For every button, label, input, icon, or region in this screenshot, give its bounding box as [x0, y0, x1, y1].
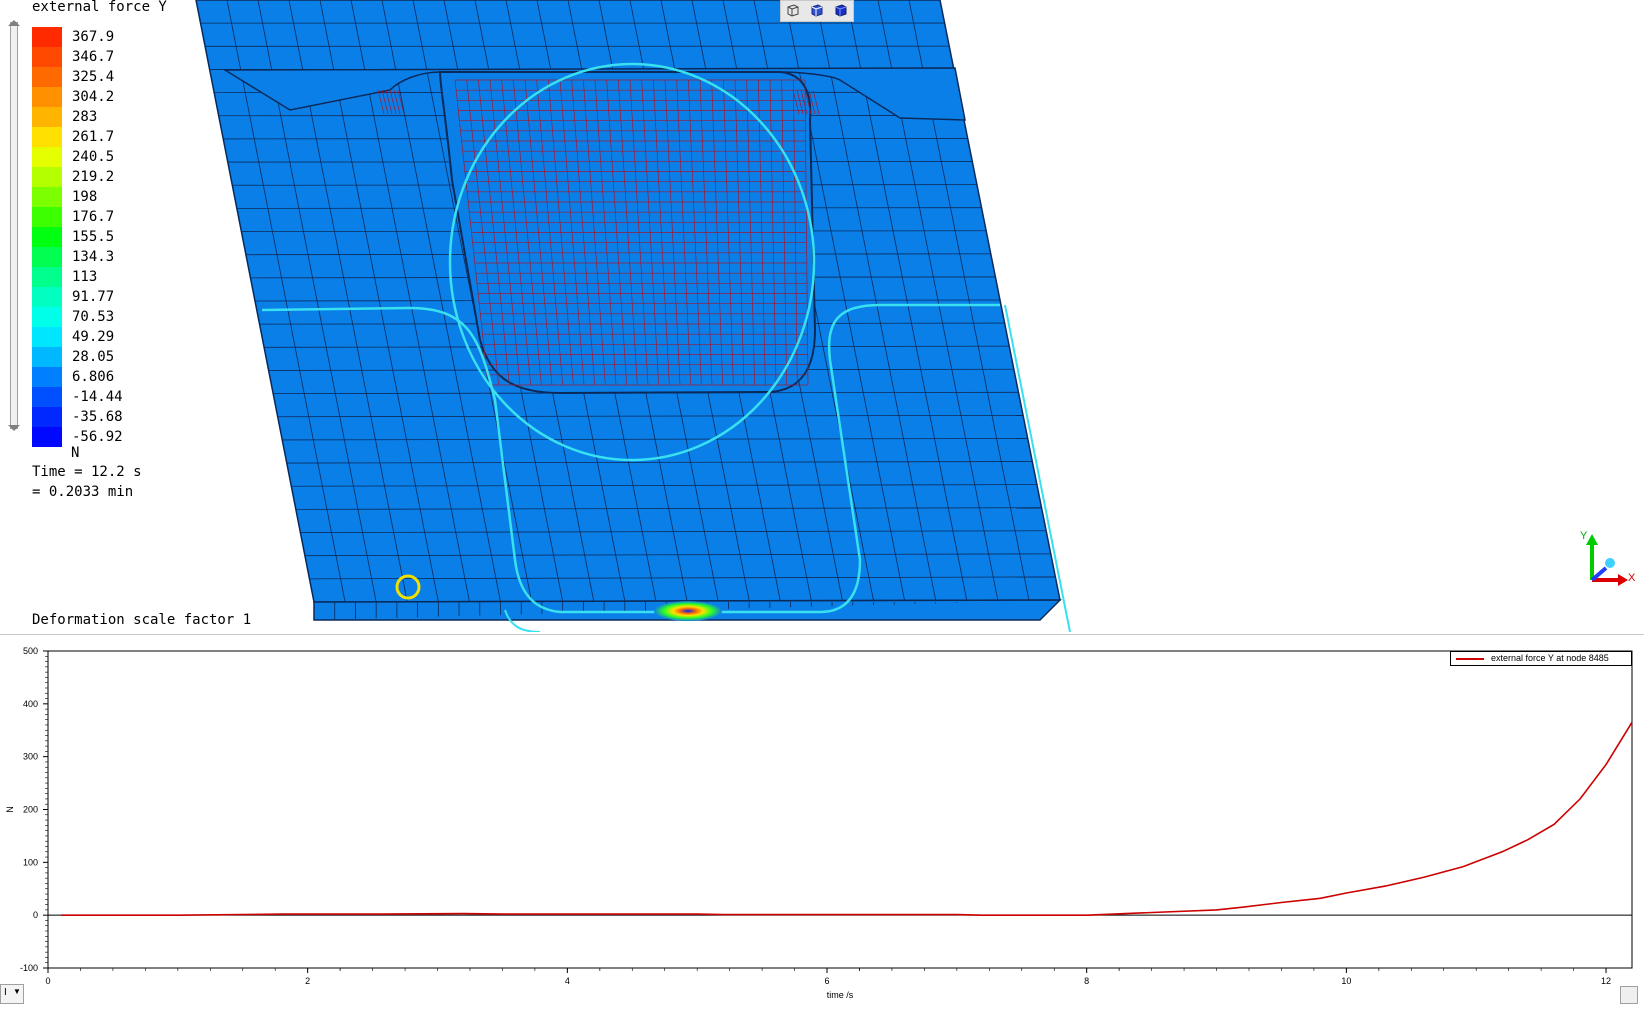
plot-legend: external force Y at node 8485: [1450, 651, 1632, 666]
legend-value-label: 49.29: [72, 329, 115, 345]
legend-value-label: 304.2: [72, 89, 115, 105]
y-tick-label: 100: [23, 857, 38, 867]
x-tick-label: 12: [1601, 976, 1611, 986]
legend-value-label: -35.68: [72, 409, 123, 425]
axis-y-label: Y: [1580, 530, 1588, 542]
y-tick-label: 500: [23, 646, 38, 656]
legend-value-label: 367.9: [72, 29, 115, 45]
legend-value-label: 155.5: [72, 229, 115, 245]
legend-swatch: [32, 107, 62, 127]
y-tick-label: 400: [23, 699, 38, 709]
legend-value-label: 283: [72, 109, 98, 125]
force-history-chart[interactable]: -100 0 100 200 300 400 500 0 2 4 6 8 10 12 time /s N: [0, 635, 1644, 1007]
legend-value-label: -56.92: [72, 429, 123, 445]
axis-x-label: X: [1628, 572, 1636, 584]
fem-mesh-view[interactable]: [0, 0, 1644, 632]
legend-value-label: 6.806: [72, 369, 115, 385]
legend-swatch: [32, 327, 62, 347]
y-tick-label: 200: [23, 805, 38, 815]
legend-swatch: [32, 307, 62, 327]
x-tick-label: 4: [565, 976, 570, 986]
view-solid-icon[interactable]: [831, 1, 851, 19]
legend-swatch: [32, 227, 62, 247]
legend-value-label: 325.4: [72, 69, 115, 85]
plot-area-frame: [47, 650, 1633, 969]
x-tick-label: 10: [1341, 976, 1351, 986]
legend-swatch: [32, 87, 62, 107]
legend-value-label: 91.77: [72, 289, 115, 305]
legend-swatch: [32, 127, 62, 147]
x-axis-label: time /s: [827, 990, 854, 1000]
axis-triad: [1586, 534, 1628, 586]
legend-value-label: 240.5: [72, 149, 115, 165]
legend-swatch: [32, 187, 62, 207]
legend-swatch: [32, 287, 62, 307]
legend-swatch: [32, 367, 62, 387]
legend-value-label: 113: [72, 269, 98, 285]
view-wireframe-icon[interactable]: [783, 1, 803, 19]
slider-bottom-handle-icon[interactable]: [8, 425, 20, 431]
legend-value-label: 176.7: [72, 209, 115, 225]
x-tick-label: 0: [45, 976, 50, 986]
legend-value-label: -14.44: [72, 389, 123, 405]
legend-swatch: [32, 407, 62, 427]
x-tick-label: 8: [1084, 976, 1089, 986]
legend-value-label: 346.7: [72, 49, 115, 65]
y-tick-label: -100: [20, 963, 38, 973]
history-plot-panel: -100 0 100 200 300 400 500 0 2 4 6 8 10 12 time /s N ex…: [0, 634, 1644, 1007]
legend-swatch: [32, 27, 62, 47]
legend-swatch: [32, 347, 62, 367]
legend-swatch: [32, 67, 62, 87]
legend-swatch: [32, 387, 62, 407]
plot-selector-dropdown[interactable]: I ▼: [0, 984, 24, 1004]
y-tick-label: 0: [33, 910, 38, 920]
legend-swatch: [32, 247, 62, 267]
legend-range-slider[interactable]: [10, 22, 18, 429]
plot-legend-swatch: [1456, 658, 1484, 660]
legend-value-label: 28.05: [72, 349, 115, 365]
chevron-down-icon: ▼: [13, 987, 21, 996]
legend-swatch: [32, 427, 62, 447]
plot-corner-button[interactable]: [1620, 986, 1638, 1004]
legend-swatch: [32, 207, 62, 227]
time-minutes: = 0.2033 min: [32, 484, 134, 500]
view-shaded-icon[interactable]: [807, 1, 827, 19]
legend-value-label: 134.3: [72, 249, 115, 265]
legend-unit: N: [71, 445, 80, 461]
plot-legend-label: external force Y at node 8485: [1491, 653, 1609, 663]
time-seconds: Time = 12.2 s: [32, 464, 142, 480]
model-viewport[interactable]: external force Y 367.9 346.7 325.4 304.2 283…: [0, 0, 1644, 632]
legend-swatch: [32, 147, 62, 167]
y-axis-label: N: [5, 806, 15, 813]
force-hotspot: [654, 601, 722, 621]
legend-value-label: 198: [72, 189, 98, 205]
legend-value-label: 261.7: [72, 129, 115, 145]
legend-swatch: [32, 47, 62, 67]
plot-selector-label: I: [4, 987, 7, 998]
legend-value-label: 219.2: [72, 169, 115, 185]
view-toolbar: [780, 0, 854, 22]
x-tick-label: 6: [825, 976, 830, 986]
legend-swatch: [32, 267, 62, 287]
legend-swatch: [32, 167, 62, 187]
deformation-scale-label: Deformation scale factor 1: [32, 612, 252, 628]
legend-title: external force Y: [32, 0, 167, 15]
y-tick-label: 300: [23, 752, 38, 762]
slider-top-handle-icon[interactable]: [8, 20, 20, 26]
x-tick-label: 2: [305, 976, 310, 986]
legend-value-label: 70.53: [72, 309, 115, 325]
